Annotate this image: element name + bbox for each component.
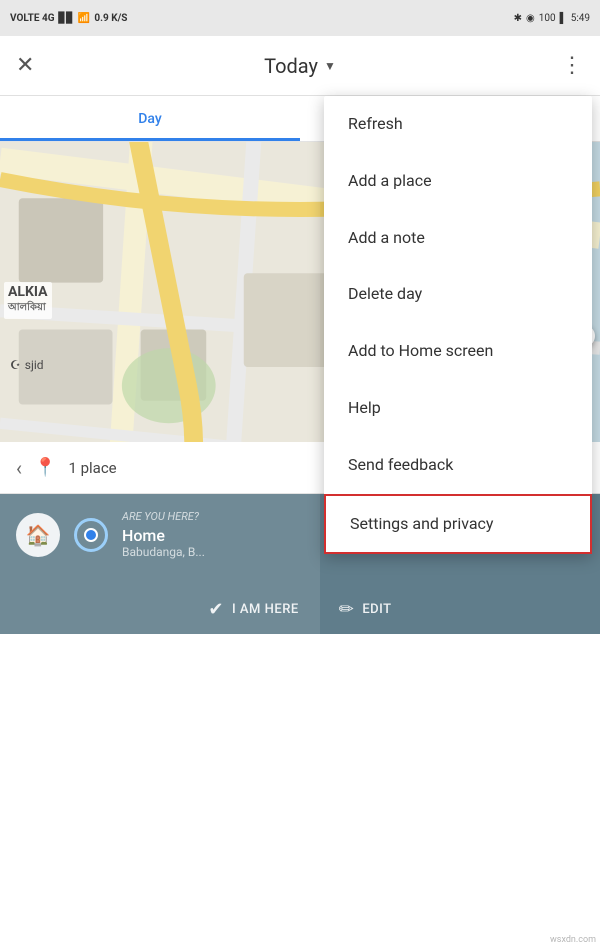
bluetooth-icon: ✱: [514, 13, 522, 24]
status-bar: VOLTE 4G ▊▊ 📶 0.9 K/S ✱ ◉ 100 ▌ 5:49: [0, 0, 600, 36]
menu-help-label: Help: [348, 398, 381, 417]
menu-add-place-label: Add a place: [348, 171, 432, 190]
more-options-button[interactable]: ⋮: [548, 53, 584, 78]
carrier-label: VOLTE 4G: [10, 13, 55, 24]
battery-icon: ▌: [560, 13, 567, 24]
menu-add-home-label: Add to Home screen: [348, 341, 493, 360]
menu-item-add-place[interactable]: Add a place: [324, 153, 592, 210]
edit-icon: ✏: [339, 599, 355, 620]
wifi-icon: 📶: [78, 13, 90, 24]
menu-send-feedback-label: Send feedback: [348, 455, 453, 474]
menu-overlay: [0, 96, 320, 949]
menu-item-refresh[interactable]: Refresh: [324, 96, 592, 153]
watermark: wsxdn.com: [550, 935, 596, 945]
menu-settings-label: Settings and privacy: [350, 514, 494, 533]
clock-label: 5:49: [571, 13, 590, 24]
status-left: VOLTE 4G ▊▊ 📶 0.9 K/S: [10, 13, 127, 24]
close-button[interactable]: ✕: [16, 53, 52, 78]
menu-item-settings-privacy[interactable]: Settings and privacy: [324, 494, 592, 555]
signal-icon: ▊▊: [59, 13, 74, 24]
dropdown-menu: Refresh Add a place Add a note Delete da…: [324, 96, 592, 554]
location-icon: ◉: [526, 13, 535, 24]
edit-label: EDIT: [362, 602, 391, 617]
menu-add-note-label: Add a note: [348, 228, 425, 247]
menu-item-add-note[interactable]: Add a note: [324, 210, 592, 267]
menu-item-help[interactable]: Help: [324, 380, 592, 437]
status-right: ✱ ◉ 100 ▌ 5:49: [514, 13, 590, 24]
menu-delete-day-label: Delete day: [348, 284, 422, 303]
data-speed: 0.9 K/S: [94, 13, 127, 24]
menu-item-send-feedback[interactable]: Send feedback: [324, 437, 592, 494]
menu-refresh-label: Refresh: [348, 114, 403, 133]
menu-item-delete-day[interactable]: Delete day: [324, 266, 592, 323]
app-header: ✕ Today ▼ ⋮: [0, 36, 600, 96]
edit-button[interactable]: ✏ EDIT: [339, 599, 392, 620]
menu-item-add-home-screen[interactable]: Add to Home screen: [324, 323, 592, 380]
battery-label: 100: [539, 13, 556, 24]
dropdown-arrow-icon[interactable]: ▼: [324, 59, 336, 73]
header-title: Today ▼: [52, 54, 548, 78]
title-text: Today: [264, 54, 318, 78]
